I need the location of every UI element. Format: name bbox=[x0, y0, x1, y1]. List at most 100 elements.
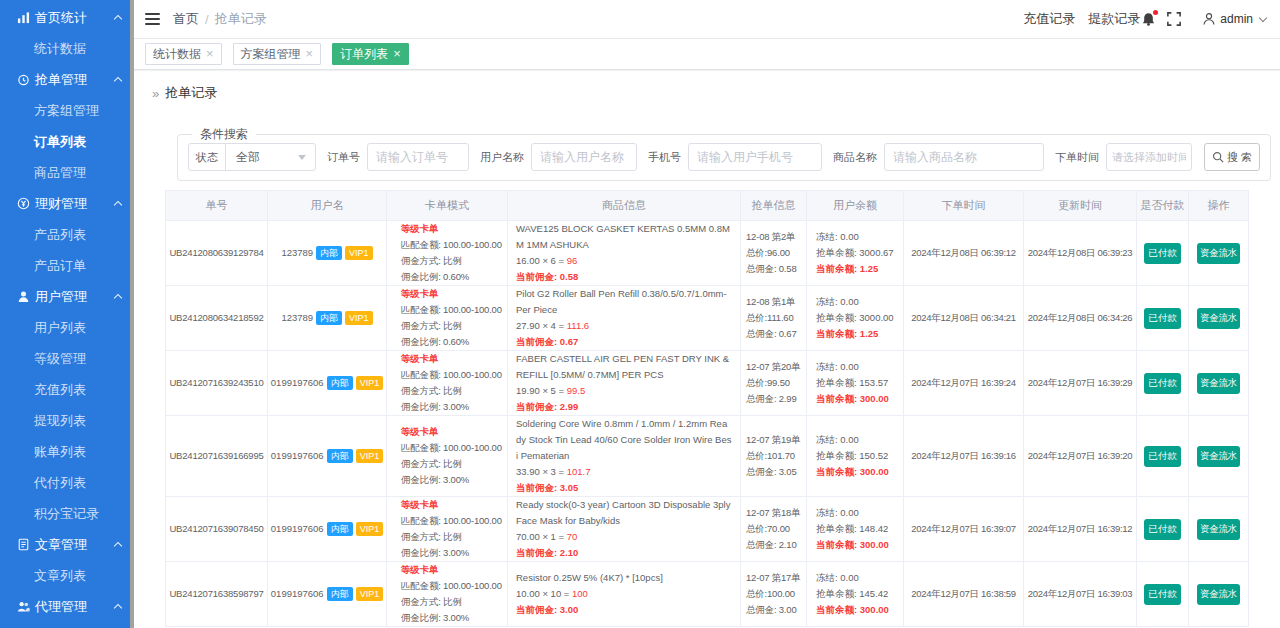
cell-order-no: UB2412071639078450 bbox=[166, 497, 268, 562]
cell-username: 0199197606内部VIP1 bbox=[268, 416, 387, 497]
sidebar-item-points-records[interactable]: 积分宝记录 bbox=[0, 498, 134, 529]
tab-plan-groups[interactable]: 方案组管理 × bbox=[233, 43, 322, 65]
cell-mode: 等级卡单匹配金额: 100.00-100.00佣金方式: 比例佣金比例: 3.0… bbox=[387, 416, 508, 497]
order-time-input[interactable] bbox=[1106, 143, 1192, 171]
sidebar-section-user-manage[interactable]: 用户管理 bbox=[0, 281, 134, 312]
notification-dot bbox=[1153, 10, 1158, 15]
sidebar-item-article-list[interactable]: 文章列表 bbox=[0, 560, 134, 591]
grab-info: 12-07 第20单总价:99.50总佣金: 2.99 bbox=[741, 359, 806, 407]
cell-paid: 已付款 bbox=[1137, 497, 1189, 562]
balance-frozen: 冻结: 0.00 bbox=[816, 432, 899, 448]
order-no: UB2412071639078450 bbox=[166, 521, 267, 537]
fund-flow-button[interactable]: 资金流水 bbox=[1197, 446, 1240, 467]
sidebar-section-grab-manage[interactable]: 抢单管理 bbox=[0, 64, 134, 95]
mode-rate: 佣金比例: 0.60% bbox=[401, 334, 505, 350]
orders-table: 单号用户名卡单模式商品信息抢单信息用户余额下单时间更新时间是否付款操作 UB24… bbox=[165, 190, 1249, 627]
menu-toggle-icon[interactable] bbox=[145, 13, 160, 25]
username: 123789 bbox=[281, 310, 313, 326]
cell-order-time: 2024年12月07日 16:38:59 bbox=[904, 562, 1024, 627]
tab-close-icon[interactable]: × bbox=[393, 49, 401, 59]
fund-flow-button[interactable]: 资金流水 bbox=[1197, 373, 1240, 394]
withdraw-records-link[interactable]: 提款记录 bbox=[1088, 10, 1140, 28]
status-select[interactable]: 全部 bbox=[226, 144, 315, 170]
mode-match: 匹配金额: 100.00-100.00 bbox=[401, 578, 505, 594]
chevron-up-icon bbox=[114, 201, 122, 209]
order-no: UB2412080639129784 bbox=[166, 245, 267, 261]
phone-input[interactable] bbox=[688, 143, 822, 171]
product-name: WAVE125 BLOCK GASKET KERTAS 0.5MM 0.8MM … bbox=[516, 221, 732, 253]
order-no-input[interactable] bbox=[367, 143, 469, 171]
col-header-1: 用户名 bbox=[268, 191, 387, 221]
breadcrumb-home[interactable]: 首页 bbox=[173, 10, 199, 28]
sidebar-item-product-manage[interactable]: 商品管理 bbox=[0, 157, 134, 188]
fund-flow-button[interactable]: 资金流水 bbox=[1197, 584, 1240, 605]
product-name: Soldering Core Wire 0.8mm / 1.0mm / 1.2m… bbox=[516, 416, 732, 464]
cell-order-time: 2024年12月07日 16:39:16 bbox=[904, 416, 1024, 497]
sidebar-section-article-manage[interactable]: 文章管理 bbox=[0, 529, 134, 560]
tab-stats-data[interactable]: 统计数据× bbox=[145, 43, 222, 65]
user-menu[interactable]: admin bbox=[1202, 12, 1266, 26]
sidebar-item-agent-list[interactable]: 代理列表 bbox=[0, 622, 134, 628]
sidebar-item-level-manage[interactable]: 等级管理 bbox=[0, 343, 134, 374]
mode-rate: 佣金比例: 0.60% bbox=[401, 269, 505, 285]
cell-grab: 12-08 第1单总价:111.60总佣金: 0.67 bbox=[741, 286, 807, 351]
sidebar-item-bill-list[interactable]: 账单列表 bbox=[0, 436, 134, 467]
sidebar-scrollbar[interactable] bbox=[130, 0, 134, 628]
sidebar-item-plan-groups[interactable]: 方案组管理 bbox=[0, 95, 134, 126]
mode-match: 匹配金额: 100.00-100.00 bbox=[401, 302, 505, 318]
balance-info: 冻结: 0.00抢单余额: 148.42当前余额: 300.00 bbox=[807, 505, 903, 553]
fund-flow-button[interactable]: 资金流水 bbox=[1197, 308, 1240, 329]
cell-paid: 已付款 bbox=[1137, 286, 1189, 351]
notifications-bell-icon[interactable] bbox=[1141, 11, 1156, 27]
table-header-row: 单号用户名卡单模式商品信息抢单信息用户余额下单时间更新时间是否付款操作 bbox=[166, 191, 1249, 221]
formula-expression: 70.00 × 1 = bbox=[516, 531, 567, 542]
table-row: UB24120716390784500199197606内部VIP1等级卡单匹配… bbox=[166, 497, 1249, 562]
cell-balance: 冻结: 0.00抢单余额: 3000.00当前余额: 1.25 bbox=[807, 286, 904, 351]
sidebar-section-finance-manage[interactable]: 理财管理 bbox=[0, 188, 134, 219]
sidebar-section-home-stats[interactable]: 首页统计 bbox=[0, 2, 134, 33]
product-info: Pilot G2 Roller Ball Pen Refill 0.38/0.5… bbox=[508, 286, 740, 350]
cell-action: 资金流水 bbox=[1189, 497, 1249, 562]
product-name-label: 商品名称 bbox=[833, 150, 877, 165]
product-commission: 当前佣金: 3.00 bbox=[516, 602, 732, 618]
tab-order-list[interactable]: 订单列表× bbox=[332, 43, 409, 65]
balance-info: 冻结: 0.00抢单余额: 145.42当前余额: 300.00 bbox=[807, 570, 903, 618]
grab-total: 总价:111.60 bbox=[746, 310, 804, 326]
tab-label: 方案组管理 bbox=[241, 46, 301, 63]
badge-vip: VIP1 bbox=[356, 449, 384, 463]
phone-label: 手机号 bbox=[648, 150, 681, 165]
sidebar-item-order-list[interactable]: 订单列表 bbox=[0, 126, 134, 157]
sidebar-item-withdraw-list[interactable]: 提现列表 bbox=[0, 405, 134, 436]
product-name-filter: 商品名称 bbox=[833, 143, 1044, 171]
fullscreen-icon[interactable] bbox=[1167, 12, 1181, 26]
username-wrap: 0199197606内部VIP1 bbox=[268, 521, 386, 537]
cell-balance: 冻结: 0.00抢单余额: 148.42当前余额: 300.00 bbox=[807, 497, 904, 562]
balance-frozen: 冻结: 0.00 bbox=[816, 505, 899, 521]
user-name-input[interactable] bbox=[531, 143, 637, 171]
sidebar-section-agent-manage[interactable]: 代理管理 bbox=[0, 591, 134, 622]
balance-info: 冻结: 0.00抢单余额: 3000.00当前余额: 1.25 bbox=[807, 294, 903, 342]
doc-icon bbox=[17, 538, 30, 551]
sidebar-item-product-list[interactable]: 产品列表 bbox=[0, 219, 134, 250]
tab-close-icon[interactable]: × bbox=[306, 49, 314, 59]
sidebar-item-user-list[interactable]: 用户列表 bbox=[0, 312, 134, 343]
recharge-records-link[interactable]: 充值记录 bbox=[1023, 10, 1075, 28]
cell-balance: 冻结: 0.00抢单余额: 150.52当前余额: 300.00 bbox=[807, 416, 904, 497]
sidebar-section-label: 首页统计 bbox=[35, 9, 115, 27]
sidebar-item-pay-list[interactable]: 代付列表 bbox=[0, 467, 134, 498]
tab-close-icon[interactable]: × bbox=[206, 49, 214, 59]
fund-flow-button[interactable]: 资金流水 bbox=[1197, 519, 1240, 540]
sidebar-item-product-orders[interactable]: 产品订单 bbox=[0, 250, 134, 281]
product-name-input[interactable] bbox=[884, 143, 1044, 171]
product-name: FABER CASTELL AIR GEL PEN FAST DRY INK &… bbox=[516, 351, 732, 383]
cell-paid: 已付款 bbox=[1137, 416, 1189, 497]
sidebar-item-stats-data[interactable]: 统计数据 bbox=[0, 33, 134, 64]
sidebar-item-recharge-list[interactable]: 充值列表 bbox=[0, 374, 134, 405]
mode-method: 佣金方式: 比例 bbox=[401, 594, 505, 610]
mode-method: 佣金方式: 比例 bbox=[401, 253, 505, 269]
col-header-2: 卡单模式 bbox=[387, 191, 508, 221]
balance-current: 当前余额: 1.25 bbox=[816, 326, 899, 342]
fund-flow-button[interactable]: 资金流水 bbox=[1197, 243, 1240, 264]
cell-balance: 冻结: 0.00抢单余额: 3000.67当前余额: 1.25 bbox=[807, 221, 904, 286]
search-button[interactable]: 搜 索 bbox=[1204, 143, 1260, 171]
